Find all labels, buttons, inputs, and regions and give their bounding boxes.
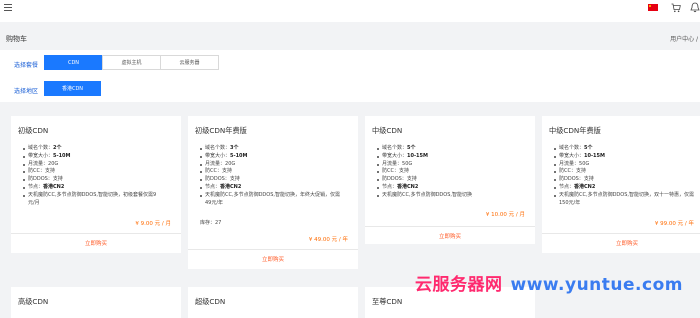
shopping-cart-icon[interactable] (671, 3, 681, 13)
product-name: 中级CDN (372, 126, 403, 135)
spec-item: 节点：香港CN2 (23, 184, 158, 192)
spec-item: 天机魔防CC,多节点防御DDOS,智能切换，双十一特惠，仅需150元/年 (554, 192, 694, 208)
product-name: 至尊CDN (372, 297, 403, 306)
notification-bell-icon[interactable] (690, 2, 700, 13)
spec-item: 域名个数：2个 (23, 145, 158, 153)
watermark-url-text: www.yuntue.com (510, 275, 683, 295)
region-option-hk-cdn[interactable]: 香港CDN (44, 81, 101, 96)
spec-item: 防DDOS：支持 (377, 176, 472, 184)
top-bar (0, 0, 700, 22)
spec-item: 防DDOS：支持 (554, 176, 694, 184)
region-filter-label: 选择地区 (14, 88, 39, 95)
package-filter-label: 选择套餐 (14, 62, 39, 69)
site-watermark: 云服务器网 www.yuntue.com (415, 270, 683, 295)
product-price: ¥ 10.00 元 / 月 (485, 212, 525, 218)
spec-item: 节点：香港CN2 (554, 184, 694, 192)
divider (11, 233, 181, 234)
product-card: 高级CDN (11, 287, 181, 318)
stock-count: 库存：27 (200, 220, 222, 226)
buy-now-button[interactable]: 立即购买 (188, 251, 358, 267)
spec-item: 带宽大小：5-10M (23, 153, 158, 161)
product-card: 中级CDN 域名个数：5个 带宽大小：10-15M 月流量：50G 防CC：支持… (365, 116, 535, 244)
product-card: 超级CDN (188, 287, 358, 318)
product-price: ¥ 9.00 元 / 月 (135, 221, 171, 227)
spec-item: 域名个数：5个 (377, 145, 472, 153)
hamburger-menu-icon[interactable] (4, 4, 12, 11)
spec-list: 域名个数：5个 带宽大小：10-15M 月流量：50G 防CC：支持 防DDOS… (554, 145, 694, 207)
watermark-cn-text: 云服务器网 (415, 275, 503, 295)
product-card: 初级CDN 域名个数：2个 带宽大小：5-10M 月流量：20G 防CC：支持 … (11, 116, 181, 253)
product-price: ¥ 49.00 元 / 年 (308, 237, 348, 243)
buy-now-button[interactable]: 立即购买 (11, 235, 181, 251)
china-flag-icon[interactable] (648, 4, 658, 11)
spec-item: 域名个数：3个 (200, 145, 340, 153)
spec-item: 防DDOS：支持 (200, 176, 340, 184)
spec-item: 带宽大小：10-15M (377, 153, 472, 161)
spec-item: 带宽大小：5-10M (200, 153, 340, 161)
divider (542, 233, 700, 234)
buy-now-button[interactable]: 立即购买 (542, 235, 700, 251)
spec-item: 带宽大小：10-15M (554, 153, 694, 161)
spec-list: 域名个数：5个 带宽大小：10-15M 月流量：50G 防CC：支持 防DDOS… (377, 145, 472, 200)
product-name: 超级CDN (195, 297, 226, 306)
spec-item: 天机魔防CC,多节点防御DDOS,智能切换 (377, 192, 472, 200)
package-option-virtual-host[interactable]: 虚拟主机 (102, 55, 161, 70)
package-option-cdn[interactable]: CDN (44, 55, 103, 70)
divider (188, 249, 358, 250)
page-header: 购物车 用户中心 / (0, 28, 700, 48)
divider (365, 226, 535, 227)
product-price: ¥ 99.00 元 / 年 (654, 221, 694, 227)
product-name: 初级CDN (18, 126, 49, 135)
spec-item: 节点：香港CN2 (377, 184, 472, 192)
page-title: 购物车 (6, 35, 27, 43)
spec-item: 节点：香港CN2 (200, 184, 340, 192)
spec-item: 防DDOS：支持 (23, 176, 158, 184)
product-name: 初级CDN年费版 (195, 126, 247, 135)
spec-item: 天机魔防CC,多节点防御DDOS,智能切换，初级套餐仅需9元/月 (23, 192, 158, 208)
breadcrumb[interactable]: 用户中心 / (670, 34, 698, 43)
spec-item: 天机魔防CC,多节点防御DDOS,智能切换，年终大促销，仅需49元/年 (200, 192, 340, 208)
product-card: 中级CDN年费版 域名个数：5个 带宽大小：10-15M 月流量：50G 防CC… (542, 116, 700, 253)
product-name: 中级CDN年费版 (549, 126, 601, 135)
spec-list: 域名个数：3个 带宽大小：5-10M 月流量：20G 防CC：支持 防DDOS：… (200, 145, 340, 207)
buy-now-button[interactable]: 立即购买 (365, 228, 535, 244)
spec-item: 域名个数：5个 (554, 145, 694, 153)
package-option-cloud-server[interactable]: 云服务器 (160, 55, 219, 70)
product-name: 高级CDN (18, 297, 49, 306)
spec-list: 域名个数：2个 带宽大小：5-10M 月流量：20G 防CC：支持 防DDOS：… (23, 145, 158, 207)
product-card: 初级CDN年费版 域名个数：3个 带宽大小：5-10M 月流量：20G 防CC：… (188, 116, 358, 269)
